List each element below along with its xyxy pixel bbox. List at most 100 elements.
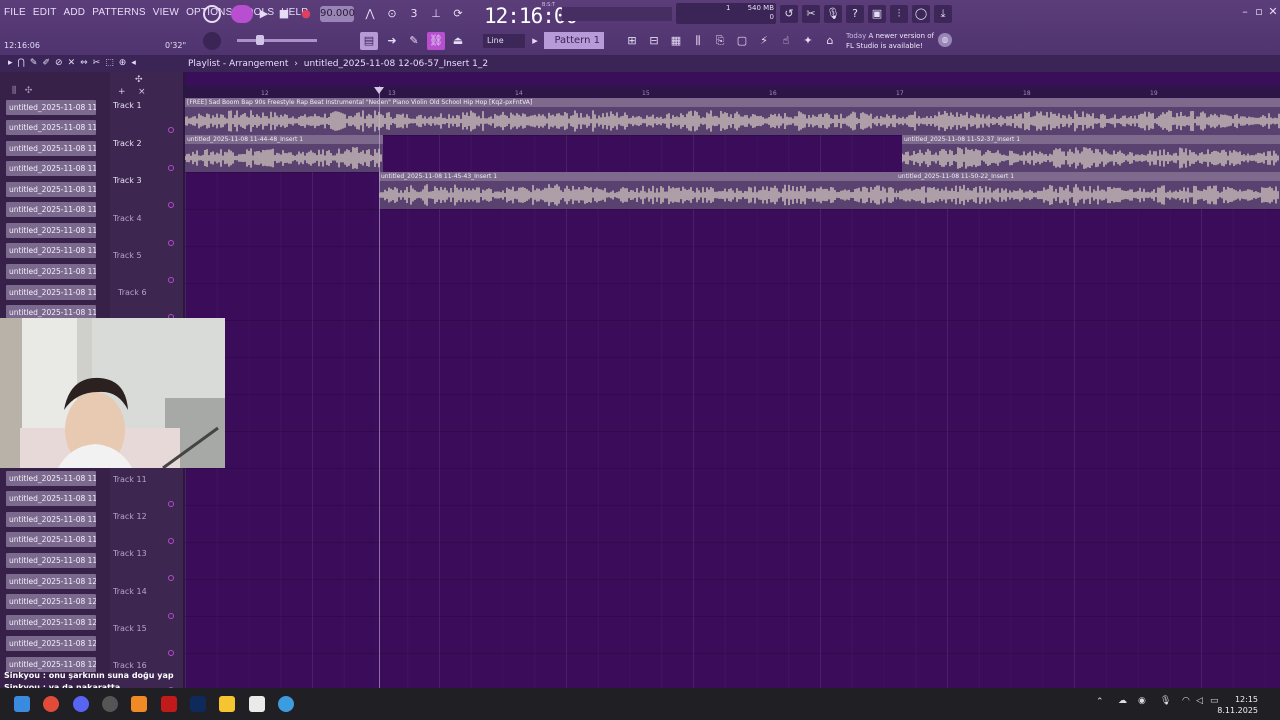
menu-edit[interactable]: EDIT <box>33 7 57 18</box>
globe-icon[interactable]: ◍ <box>938 33 952 47</box>
stamp-icon[interactable]: ⏏ <box>449 32 467 50</box>
browser-file-item[interactable]: untitled_2025-11-08 12-... <box>6 615 96 630</box>
slip-icon[interactable]: ⇔ <box>80 58 88 68</box>
file-explorer-icon[interactable] <box>219 696 235 712</box>
browser-file-item[interactable]: untitled_2025-11-08 11-... <box>6 264 96 279</box>
obs-icon[interactable] <box>102 696 118 712</box>
audio-clip[interactable]: untitled_2025-11-08 11-44-48_Insert 1 <box>185 135 383 172</box>
mic-icon[interactable]: 🎙 <box>824 5 842 23</box>
settings-app-icon[interactable] <box>278 696 294 712</box>
audio-clip[interactable]: untitled_2025-11-08 11-52-37_Insert 1 <box>902 135 1280 172</box>
audio-clip[interactable]: untitled_2025-11-08 11-50-22_Insert 1 <box>896 172 1280 209</box>
wait-input-icon[interactable]: ⊙ <box>383 5 401 23</box>
select-icon[interactable]: ⬚ <box>105 58 114 68</box>
track-active-toggle[interactable] <box>168 650 174 656</box>
metronome-icon[interactable]: ⋀ <box>361 5 379 23</box>
track-active-toggle[interactable] <box>168 277 174 283</box>
master-volume-knob[interactable] <box>203 32 221 50</box>
track-name[interactable]: Track 12 <box>113 512 147 521</box>
tray-chevron-icon[interactable]: ⌃ <box>1096 697 1104 707</box>
fl-studio-icon[interactable] <box>131 696 147 712</box>
cloud-icon[interactable]: ☁ <box>1118 696 1127 706</box>
close-small-icon[interactable]: × <box>138 87 146 97</box>
track-active-toggle[interactable] <box>168 501 174 507</box>
browser-icon[interactable]: ⎘ <box>711 32 729 50</box>
zoom-icon[interactable]: ⊕ <box>119 58 127 68</box>
discord-tray-icon[interactable]: ◉ <box>1138 696 1146 706</box>
store-icon[interactable]: ⌂ <box>821 32 839 50</box>
track-name[interactable]: Track 2 <box>113 139 142 148</box>
close-icon[interactable]: ✕ <box>1264 3 1280 21</box>
menu-file[interactable]: FILE <box>4 7 26 18</box>
windows-start-icon[interactable] <box>14 696 30 712</box>
volume-icon[interactable]: ◁ <box>1196 696 1203 706</box>
track-name[interactable]: Track 13 <box>113 549 147 558</box>
countdown-icon[interactable]: 3 <box>405 5 423 23</box>
audio-clip[interactable]: untitled_2025-11-08 11-45-43_Insert 1 <box>379 172 896 209</box>
snap-select[interactable]: Line <box>483 34 525 48</box>
master-pitch-slider[interactable] <box>237 39 317 42</box>
download-icon[interactable]: ⤓ <box>934 5 952 23</box>
record-button[interactable]: ● <box>297 5 315 23</box>
plug-icon[interactable]: ⚡ <box>755 32 773 50</box>
audio-clip[interactable]: [FREE] Sad Boom Bap 90s Freestyle Rap Be… <box>185 98 1280 135</box>
tempo-display[interactable]: 90.000 <box>320 6 355 22</box>
browser-file-item[interactable]: untitled_2025-11-08 11-... <box>6 223 96 238</box>
mute-icon[interactable]: ✕ <box>68 58 76 68</box>
track-name[interactable]: Track 5 <box>113 251 142 260</box>
browser-file-item[interactable]: untitled_2025-11-08 11-... <box>6 532 96 547</box>
track-name[interactable]: Track 3 <box>113 176 142 185</box>
playback-icon[interactable]: ◂ <box>131 58 136 68</box>
track-name[interactable]: Track 16 <box>113 661 147 670</box>
chat-icon[interactable]: ◯ <box>912 5 930 23</box>
plus-icon[interactable]: + <box>118 87 126 97</box>
magnet-icon[interactable]: ⋂ <box>18 58 25 68</box>
browser-file-item[interactable]: untitled_2025-11-08 11-... <box>6 512 96 527</box>
playhead-line[interactable] <box>379 86 380 688</box>
loop-record-icon[interactable]: ⟳ <box>449 5 467 23</box>
browser-file-item[interactable]: untitled_2025-11-08 11-... <box>6 120 96 135</box>
bird-icon[interactable]: ✦ <box>799 32 817 50</box>
browser-file-item[interactable]: untitled_2025-11-08 11-... <box>6 182 96 197</box>
menu-arrow-icon[interactable]: ▸ <box>8 58 13 68</box>
browser-file-item[interactable]: untitled_2025-11-08 11-... <box>6 141 96 156</box>
track-active-toggle[interactable] <box>168 538 174 544</box>
track-name[interactable]: Track 14 <box>113 587 147 596</box>
playlist-view-icon[interactable]: ▤ <box>360 32 378 50</box>
browser-file-item[interactable]: untitled_2025-11-08 11-... <box>6 285 96 300</box>
save-icon[interactable]: ▣ <box>868 5 886 23</box>
slider-handle[interactable] <box>256 35 264 45</box>
discord-icon[interactable] <box>73 696 89 712</box>
browser-file-item[interactable]: untitled_2025-11-08 11-... <box>6 202 96 217</box>
track-active-toggle[interactable] <box>168 127 174 133</box>
track-name[interactable]: Track 4 <box>113 214 142 223</box>
slice-icon[interactable]: ✂ <box>93 58 101 68</box>
update-notice[interactable]: Today A newer version of FL Studio is av… <box>846 31 936 51</box>
app-icon[interactable] <box>161 696 177 712</box>
store-app-icon[interactable] <box>249 696 265 712</box>
track-active-toggle[interactable] <box>168 165 174 171</box>
menu-patterns[interactable]: PATTERNS <box>92 7 145 18</box>
chevron-right-icon[interactable]: ▸ <box>530 32 540 50</box>
track-active-toggle[interactable] <box>168 613 174 619</box>
menu-view[interactable]: VIEW <box>153 7 179 18</box>
browser-file-item[interactable]: untitled_2025-11-08 11-... <box>6 553 96 568</box>
stop-button[interactable]: ■ <box>275 5 293 23</box>
help-icon[interactable]: ? <box>846 5 864 23</box>
browser-file-item[interactable]: untitled_2025-11-08 12-... <box>6 594 96 609</box>
draw-icon[interactable]: ✎ <box>405 32 423 50</box>
photoshop-icon[interactable] <box>190 696 206 712</box>
track-name[interactable]: Track 15 <box>113 624 147 633</box>
browser-file-item[interactable]: untitled_2025-11-08 11-... <box>6 161 96 176</box>
delete-icon[interactable]: ⊘ <box>55 58 63 68</box>
track-active-toggle[interactable] <box>168 240 174 246</box>
track-name[interactable]: Track 1 <box>113 101 142 110</box>
playhead-marker[interactable] <box>374 87 384 94</box>
arrow-icon[interactable]: ➜ <box>383 32 401 50</box>
playlist-icon[interactable]: ⊞ <box>623 32 641 50</box>
mixer-view-icon[interactable]: ⫼ <box>689 32 707 50</box>
plugin-icon[interactable]: ▢ <box>733 32 751 50</box>
touch-icon[interactable]: ☝ <box>777 32 795 50</box>
browser-file-item[interactable]: untitled_2025-11-08 11-... <box>6 243 96 258</box>
pattern-selector[interactable]: Pattern 1 <box>544 32 604 49</box>
